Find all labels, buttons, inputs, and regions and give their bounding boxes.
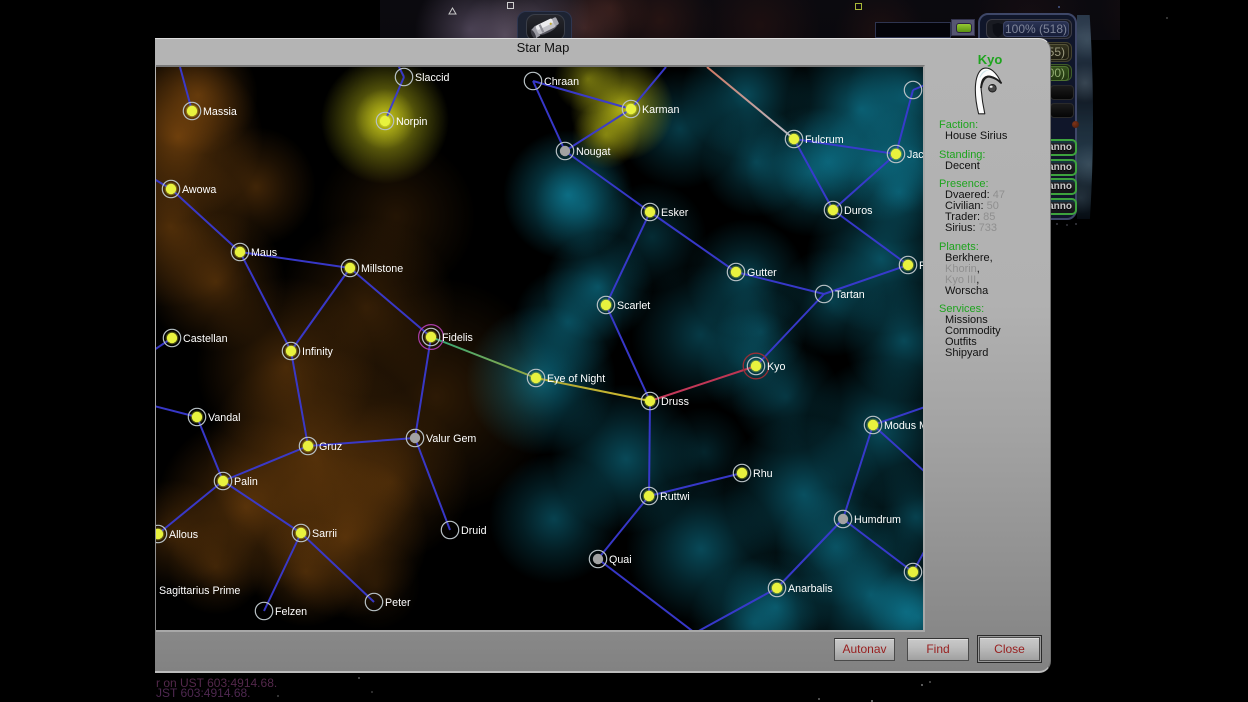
svg-text:Peter: Peter bbox=[385, 597, 411, 609]
svg-text:Modus Manis: Modus Manis bbox=[884, 420, 923, 432]
svg-text:Vandal: Vandal bbox=[208, 412, 240, 424]
svg-text:Slaccid: Slaccid bbox=[415, 72, 450, 84]
svg-text:Eye of Night: Eye of Night bbox=[547, 373, 605, 385]
svg-text:Sagittarius Prime: Sagittarius Prime bbox=[159, 585, 240, 597]
svg-text:Maus: Maus bbox=[251, 247, 277, 259]
svg-text:Druid: Druid bbox=[461, 525, 487, 537]
svg-text:Jack: Jack bbox=[907, 149, 923, 161]
svg-text:Fidelis: Fidelis bbox=[442, 332, 473, 344]
svg-text:Gruz: Gruz bbox=[319, 441, 342, 453]
svg-text:Valur Gem: Valur Gem bbox=[426, 433, 476, 445]
svg-text:Quai: Quai bbox=[609, 554, 632, 566]
svg-text:Rhu: Rhu bbox=[753, 468, 773, 480]
svg-text:Chraan: Chraan bbox=[544, 76, 579, 88]
svg-text:Felzen: Felzen bbox=[275, 606, 307, 618]
svg-text:Scarlet: Scarlet bbox=[617, 300, 650, 312]
svg-text:Tartan: Tartan bbox=[835, 289, 865, 301]
svg-text:Sarrii: Sarrii bbox=[312, 528, 337, 540]
svg-text:Kyo: Kyo bbox=[767, 361, 785, 373]
svg-text:Fidelity: Fidelity bbox=[919, 260, 923, 272]
svg-text:Humdrum: Humdrum bbox=[854, 514, 901, 526]
svg-text:Anarbalis: Anarbalis bbox=[788, 583, 833, 595]
svg-text:Norpin: Norpin bbox=[396, 116, 428, 128]
svg-text:Palin: Palin bbox=[234, 476, 258, 488]
svg-text:Gutter: Gutter bbox=[747, 267, 777, 279]
svg-text:Allous: Allous bbox=[169, 529, 198, 541]
svg-text:Druss: Druss bbox=[661, 396, 689, 408]
svg-text:Millstone: Millstone bbox=[361, 263, 403, 275]
svg-text:Nougat: Nougat bbox=[576, 146, 610, 158]
svg-text:Ruttwi: Ruttwi bbox=[660, 491, 690, 503]
svg-text:Karman: Karman bbox=[642, 104, 679, 116]
svg-text:Massia: Massia bbox=[203, 106, 237, 118]
svg-text:Duros: Duros bbox=[844, 205, 873, 217]
svg-text:Castellan: Castellan bbox=[183, 333, 228, 345]
svg-text:Awowa: Awowa bbox=[182, 184, 216, 196]
svg-text:Infinity: Infinity bbox=[302, 346, 334, 358]
svg-text:Esker: Esker bbox=[661, 207, 689, 219]
svg-text:Fulcrum: Fulcrum bbox=[805, 134, 844, 146]
